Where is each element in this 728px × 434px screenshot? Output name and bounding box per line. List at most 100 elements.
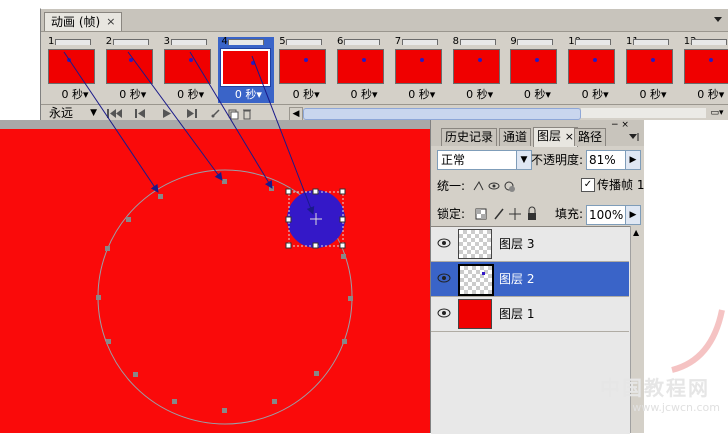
watermark-url: www.jcwcn.com bbox=[632, 401, 720, 414]
frame-8[interactable]: 8 0 秒▾ bbox=[450, 37, 506, 103]
frame-thumbnail bbox=[510, 49, 558, 84]
frame-tab bbox=[690, 39, 727, 45]
scroll-up-icon[interactable]: ▲ bbox=[633, 228, 639, 237]
frame-2[interactable]: 2 0 秒▾ bbox=[103, 37, 159, 103]
frame-ball-dot bbox=[362, 58, 366, 62]
layer-row-2[interactable]: 图层 2 bbox=[431, 262, 629, 297]
frame-3[interactable]: 3 0 秒▾ bbox=[161, 37, 217, 103]
frame-number: 5 bbox=[279, 36, 286, 47]
frame-delay[interactable]: 0 秒▾ bbox=[278, 88, 334, 101]
frame-thumbnail bbox=[568, 49, 616, 84]
frame-number: 8 bbox=[452, 36, 459, 47]
chevron-down-icon: ▼ bbox=[516, 151, 531, 169]
frame-tab bbox=[55, 39, 91, 45]
frame-9[interactable]: 9 0 秒▾ bbox=[507, 37, 563, 103]
eye-icon[interactable] bbox=[435, 236, 453, 252]
fill-field[interactable]: 100% bbox=[586, 205, 628, 225]
frame-ball-dot bbox=[535, 58, 540, 62]
frame-ball-dot bbox=[304, 58, 309, 62]
frame-delay[interactable]: 0 秒▾ bbox=[47, 88, 103, 101]
frame-delay[interactable]: 0 秒▾ bbox=[509, 88, 565, 101]
frame-ball-dot bbox=[251, 61, 256, 65]
frame-delay[interactable]: 0 秒▾ bbox=[567, 88, 623, 101]
frames-scrollbar-thumb[interactable] bbox=[303, 108, 581, 120]
frame-thumbnail bbox=[626, 49, 673, 84]
frame-number: 7 bbox=[394, 36, 402, 47]
tab-channels[interactable]: 通道 bbox=[499, 128, 532, 146]
frame-ball-dot bbox=[477, 58, 482, 62]
scroll-left-icon[interactable]: ◀ bbox=[289, 107, 303, 121]
frame-11[interactable]: 110 秒▾ bbox=[623, 37, 679, 103]
panel-collapse-icon[interactable]: − × bbox=[611, 121, 641, 130]
frame-thumbnail bbox=[452, 49, 500, 84]
eye-icon[interactable] bbox=[435, 306, 453, 322]
frame-delay[interactable]: 0 秒▾ bbox=[105, 88, 161, 101]
eye-icon[interactable] bbox=[435, 271, 453, 287]
frame-5[interactable]: 5 0 秒▾ bbox=[276, 37, 332, 103]
frames-scrollbar-track[interactable] bbox=[581, 108, 706, 118]
unify-buttons[interactable] bbox=[471, 178, 521, 194]
propagate-checkbox[interactable]: ✓ bbox=[581, 178, 595, 192]
frame-tab bbox=[170, 39, 207, 45]
frame-ball-dot bbox=[593, 58, 598, 62]
frame-delay[interactable]: 0 秒▾ bbox=[452, 88, 508, 101]
prev-frame-icon bbox=[135, 109, 145, 118]
lock-all-icon bbox=[528, 206, 536, 220]
document-canvas[interactable] bbox=[0, 129, 430, 433]
frame-delay[interactable]: 0 秒▾ bbox=[683, 88, 728, 101]
panel-options-icon[interactable]: ▭▾ bbox=[708, 107, 726, 119]
fill-label: 填充: bbox=[555, 207, 584, 221]
frame-tab bbox=[228, 39, 265, 45]
frame-delay[interactable]: 0 秒▾ bbox=[336, 88, 392, 101]
lock-buttons[interactable] bbox=[473, 206, 543, 222]
layer-thumbnail-dot bbox=[482, 272, 485, 275]
tab-animation-frames[interactable]: 动画 (帧) × bbox=[44, 12, 123, 31]
loop-select[interactable]: 永远 ▼ bbox=[43, 105, 97, 121]
first-frame-icon bbox=[107, 109, 122, 118]
playback-buttons bbox=[107, 109, 251, 120]
animation-tab-strip: 动画 (帧) × bbox=[41, 9, 728, 32]
layer-row-1[interactable]: 图层 1 bbox=[431, 297, 629, 332]
frame-delay[interactable]: 0 秒▾ bbox=[163, 88, 219, 101]
frame-thumbnail bbox=[105, 49, 153, 84]
tab-layers[interactable]: 图层 × bbox=[533, 127, 579, 147]
frame-ball-dot bbox=[128, 58, 133, 62]
layers-panel-tabs: − × 历史记录 通道 图层 × 路径 bbox=[431, 120, 645, 147]
frame-1[interactable]: 1 0 秒▾ bbox=[45, 37, 101, 103]
frame-tab bbox=[286, 39, 323, 45]
frame-delay[interactable]: 0 秒▾ bbox=[220, 88, 276, 101]
lock-pixels-icon bbox=[494, 208, 504, 220]
frame-10[interactable]: 100 秒▾ bbox=[565, 37, 621, 103]
panel-menu-icon[interactable] bbox=[627, 130, 641, 144]
frame-delay[interactable]: 0 秒▾ bbox=[625, 88, 681, 101]
tab-layers-label: 图层 bbox=[537, 129, 562, 143]
fill-slider-icon[interactable]: ▶ bbox=[625, 205, 641, 225]
frame-tab bbox=[401, 39, 438, 45]
unify-label: 统一: bbox=[437, 179, 466, 193]
frame-delay[interactable]: 0 秒▾ bbox=[394, 88, 450, 101]
unify-visibility-icon bbox=[488, 182, 500, 190]
animation-tab-label: 动画 (帧) bbox=[51, 15, 101, 29]
frame-7[interactable]: 7 0 秒▾ bbox=[392, 37, 448, 103]
layer-row-3[interactable]: 图层 3 bbox=[431, 227, 629, 262]
tab-paths[interactable]: 路径 bbox=[574, 128, 607, 146]
tab-history[interactable]: 历史记录 bbox=[441, 128, 498, 146]
chevron-down-icon: ▼ bbox=[90, 108, 97, 118]
opacity-slider-icon[interactable]: ▶ bbox=[625, 150, 641, 170]
frame-6[interactable]: 6 0 秒▾ bbox=[334, 37, 390, 103]
frame-4[interactable]: 4 0 秒▾ bbox=[218, 37, 276, 103]
frame-thumbnail bbox=[337, 49, 384, 84]
tween-icon bbox=[211, 109, 220, 118]
close-icon[interactable]: × bbox=[565, 128, 574, 145]
watermark-title: 中国教程网 bbox=[600, 376, 710, 400]
close-icon[interactable]: × bbox=[106, 13, 115, 31]
opacity-field[interactable]: 81% bbox=[586, 150, 628, 170]
loop-select-value: 永远 bbox=[49, 106, 74, 120]
panel-menu-icon[interactable] bbox=[711, 13, 725, 27]
layer-name: 图层 2 bbox=[499, 272, 535, 286]
watermark: 中国教程网 www.jcwcn.com bbox=[600, 372, 720, 422]
blend-mode-select[interactable]: 正常 ▼ bbox=[437, 150, 532, 170]
frame-12[interactable]: 120 秒▾ bbox=[681, 37, 728, 103]
frame-tab bbox=[112, 39, 149, 45]
trash-icon bbox=[243, 109, 251, 120]
